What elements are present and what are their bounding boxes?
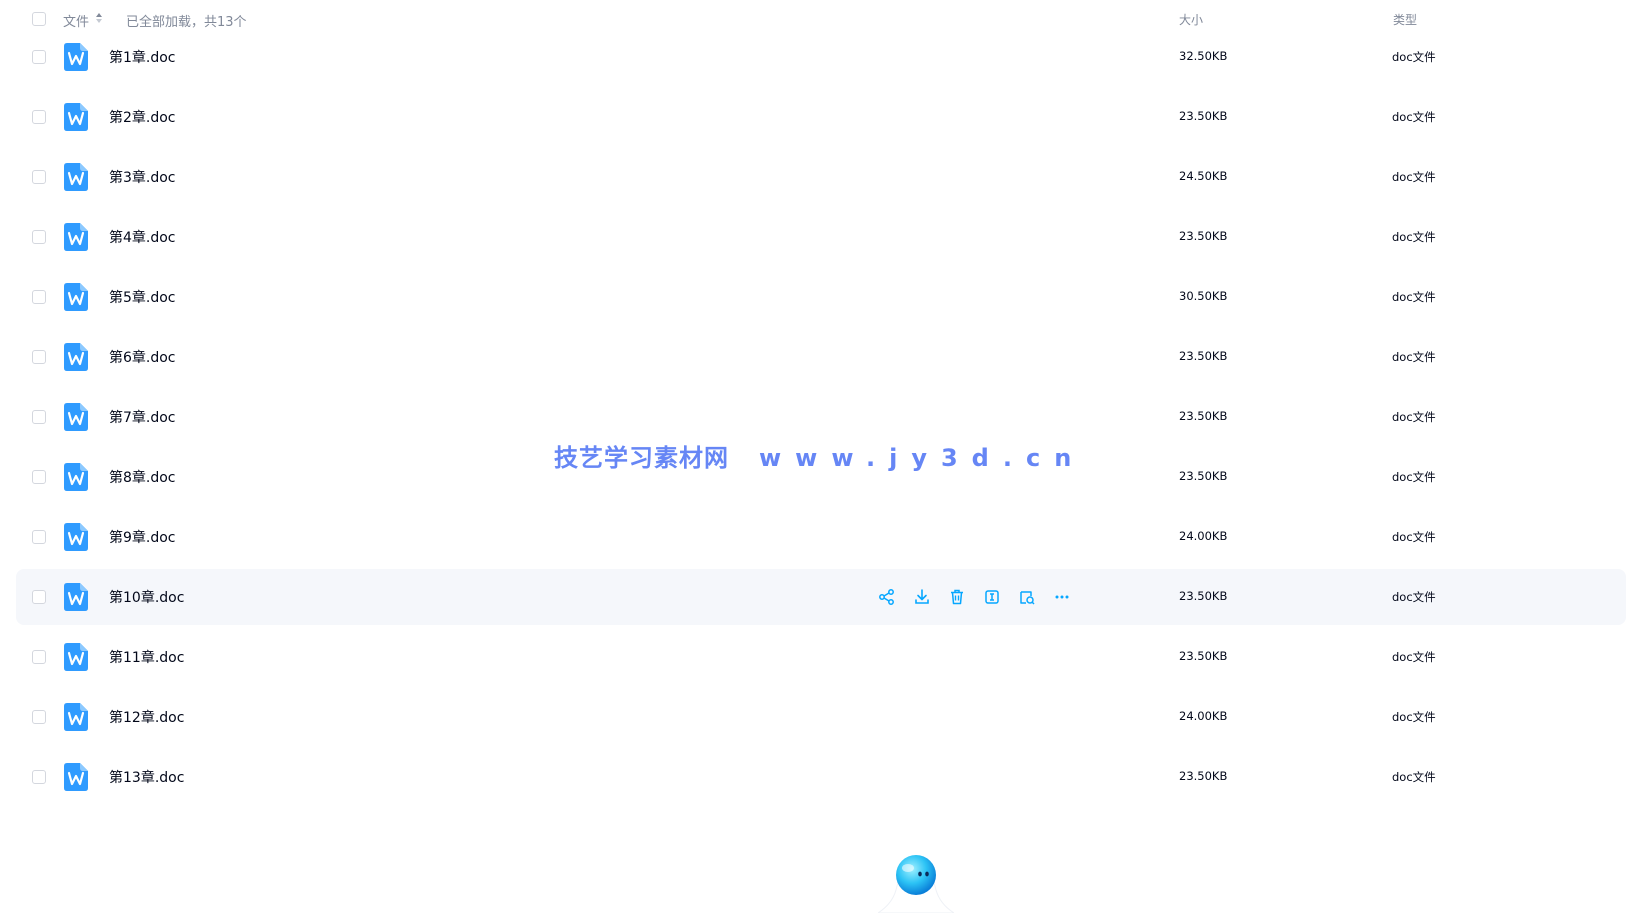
file-name[interactable]: 第6章.doc (109, 347, 176, 367)
file-row[interactable]: 第2章.doc 23.50KB doc文件 (16, 89, 1626, 145)
move-icon[interactable] (1018, 588, 1036, 606)
file-row[interactable]: 第10章.doc 23.50KB doc文件 (16, 569, 1626, 625)
row-checkbox[interactable] (32, 230, 46, 244)
file-name[interactable]: 第7章.doc (109, 407, 176, 427)
word-doc-icon (64, 703, 88, 731)
file-size: 24.50KB (1179, 169, 1228, 183)
watermark-site-name: 技艺学习素材网 (554, 444, 729, 472)
row-checkbox[interactable] (32, 410, 46, 424)
file-size: 23.50KB (1179, 349, 1228, 363)
row-checkbox[interactable] (32, 710, 46, 724)
file-size: 30.50KB (1179, 289, 1228, 303)
file-size: 23.50KB (1179, 649, 1228, 663)
select-all-checkbox[interactable] (32, 12, 46, 26)
file-name[interactable]: 第5章.doc (109, 287, 176, 307)
more-icon[interactable] (1053, 588, 1071, 606)
rename-icon[interactable] (983, 588, 1001, 606)
file-row[interactable]: 第13章.doc 23.50KB doc文件 (16, 749, 1626, 805)
file-row[interactable]: 第6章.doc 23.50KB doc文件 (16, 329, 1626, 385)
file-name[interactable]: 第12章.doc (109, 707, 184, 727)
file-size: 32.50KB (1179, 49, 1228, 63)
row-checkbox[interactable] (32, 290, 46, 304)
word-doc-icon (64, 463, 88, 491)
word-doc-icon (64, 403, 88, 431)
file-type: doc文件 (1392, 290, 1436, 304)
word-doc-icon (64, 763, 88, 791)
row-checkbox[interactable] (32, 650, 46, 664)
row-checkbox[interactable] (32, 470, 46, 484)
file-size: 24.00KB (1179, 529, 1228, 543)
file-row[interactable]: 第11章.doc 23.50KB doc文件 (16, 629, 1626, 685)
file-size: 23.50KB (1179, 229, 1228, 243)
row-checkbox[interactable] (32, 590, 46, 604)
file-size: 23.50KB (1179, 109, 1228, 123)
word-doc-icon (64, 283, 88, 311)
file-type: doc文件 (1392, 590, 1436, 604)
word-doc-icon (64, 343, 88, 371)
column-header-name[interactable]: 文件 (63, 11, 89, 30)
file-name[interactable]: 第4章.doc (109, 227, 176, 247)
row-checkbox[interactable] (32, 110, 46, 124)
word-doc-icon (64, 223, 88, 251)
word-doc-icon (64, 583, 88, 611)
file-row[interactable]: 第12章.doc 24.00KB doc文件 (16, 689, 1626, 745)
loaded-count-text: 已全部加载，共13个 (126, 15, 247, 30)
share-icon[interactable] (878, 588, 896, 606)
file-type: doc文件 (1392, 410, 1436, 424)
file-type: doc文件 (1392, 650, 1436, 664)
column-header-type[interactable]: 类型 (1393, 11, 1417, 28)
file-name[interactable]: 第13章.doc (109, 767, 184, 787)
sort-icon[interactable] (96, 13, 102, 23)
file-type: doc文件 (1392, 170, 1436, 184)
file-type: doc文件 (1392, 350, 1436, 364)
file-row[interactable]: 第4章.doc 23.50KB doc文件 (16, 209, 1626, 265)
file-size: 23.50KB (1179, 589, 1228, 603)
word-doc-icon (64, 643, 88, 671)
file-type: doc文件 (1392, 530, 1436, 544)
file-name[interactable]: 第11章.doc (109, 647, 184, 667)
file-row[interactable]: 第3章.doc 24.50KB doc文件 (16, 149, 1626, 205)
row-checkbox[interactable] (32, 530, 46, 544)
file-size: 23.50KB (1179, 409, 1228, 423)
delete-icon[interactable] (948, 588, 966, 606)
file-type: doc文件 (1392, 50, 1436, 64)
file-type: doc文件 (1392, 230, 1436, 244)
row-checkbox[interactable] (32, 50, 46, 64)
file-type: doc文件 (1392, 470, 1436, 484)
column-header-size[interactable]: 大小 (1179, 11, 1203, 28)
file-row[interactable]: 第7章.doc 23.50KB doc文件 (16, 389, 1626, 445)
file-size: 24.00KB (1179, 709, 1228, 723)
file-name[interactable]: 第2章.doc (109, 107, 176, 127)
file-list-page: 文件 已全部加载，共13个 大小 类型 第1章.doc 32.50KB doc文… (0, 0, 1626, 913)
file-row[interactable]: 第5章.doc 30.50KB doc文件 (16, 269, 1626, 325)
ai-assistant-mascot-icon[interactable] (878, 838, 954, 913)
file-type: doc文件 (1392, 770, 1436, 784)
word-doc-icon (64, 43, 88, 71)
file-type: doc文件 (1392, 710, 1436, 724)
file-name[interactable]: 第8章.doc (109, 467, 176, 487)
file-size: 23.50KB (1179, 769, 1228, 783)
file-name[interactable]: 第3章.doc (109, 167, 176, 187)
watermark: 技艺学习素材网 www.jy3d.cn (554, 438, 1085, 473)
word-doc-icon (64, 523, 88, 551)
word-doc-icon (64, 163, 88, 191)
word-doc-icon (64, 103, 88, 131)
file-name[interactable]: 第10章.doc (109, 587, 184, 607)
file-name[interactable]: 第1章.doc (109, 47, 176, 67)
row-checkbox[interactable] (32, 770, 46, 784)
file-name[interactable]: 第9章.doc (109, 527, 176, 547)
row-checkbox[interactable] (32, 170, 46, 184)
file-size: 23.50KB (1179, 469, 1228, 483)
file-row[interactable]: 第9章.doc 24.00KB doc文件 (16, 509, 1626, 565)
file-type: doc文件 (1392, 110, 1436, 124)
file-row[interactable]: 第1章.doc 32.50KB doc文件 (16, 29, 1626, 85)
download-icon[interactable] (913, 588, 931, 606)
row-checkbox[interactable] (32, 350, 46, 364)
watermark-url: www.jy3d.cn (759, 444, 1086, 472)
